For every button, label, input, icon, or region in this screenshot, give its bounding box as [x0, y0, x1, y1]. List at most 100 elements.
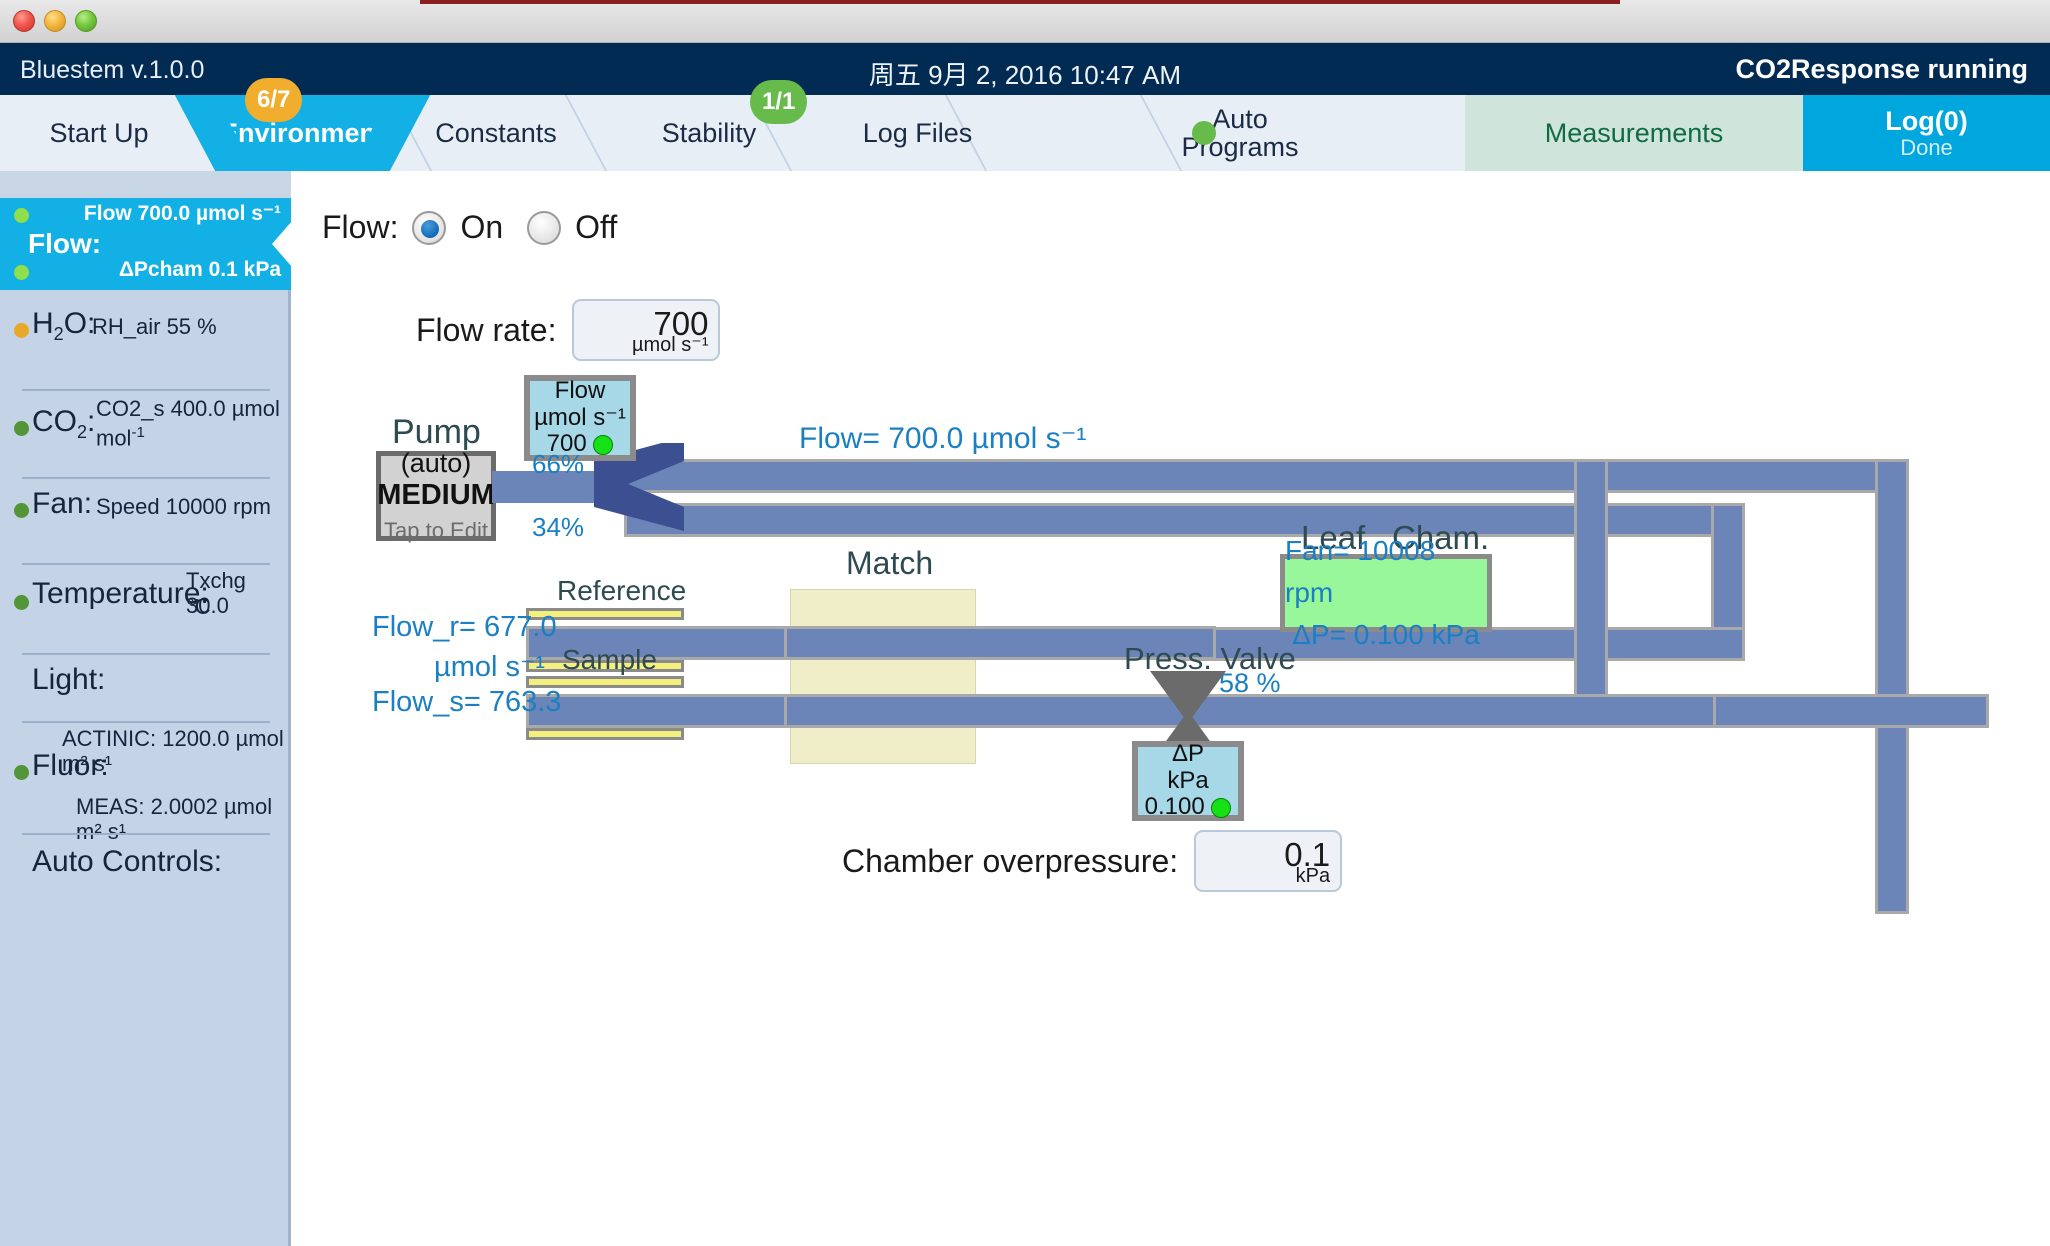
pipe-press-valve-line — [1684, 694, 1989, 728]
dp-meter-inner: ΔP kPa 0.100 — [1138, 740, 1238, 820]
window-titlebar — [0, 0, 2050, 43]
fluor-meas-value: MEAS: 2.0002 µmol m² s¹ — [76, 794, 273, 844]
chamber-overpressure-input[interactable]: 0.1 kPa — [1194, 830, 1343, 892]
sidebar-top-strip — [0, 171, 291, 198]
pump-speed: MEDIUM — [377, 479, 495, 511]
sidebar-item-fan[interactable]: Fan: Speed 10000 rpm — [0, 481, 291, 559]
tab-label: Log Files — [862, 117, 973, 148]
sidebar-item-value: Speed 10000 rpm — [96, 494, 271, 519]
h2o-status-dot-icon — [14, 323, 29, 338]
pump-hint: Tap to Edit — [384, 518, 488, 543]
pipe-right-down — [1875, 459, 1909, 914]
minimize-button[interactable] — [44, 10, 66, 32]
pump-control[interactable]: (auto) MEDIUM Tap to Edit — [376, 448, 496, 543]
sidebar-item-h2o[interactable]: H2O: RH_air 55 % — [0, 301, 291, 375]
flow-status-dot-bottom-icon — [14, 265, 29, 280]
tab-log-sublabel: Done — [1900, 134, 1953, 160]
press-valve-percent: 58 % — [1219, 668, 1281, 698]
sidebar-item-co2[interactable]: CO2: CO2_s 400.0 µmol mol-1 — [0, 395, 291, 481]
sample-label: Sample — [562, 644, 657, 675]
pump-title: Pump — [392, 413, 481, 451]
tab-auto-programs[interactable]: Auto Programs — [1150, 95, 1330, 171]
flow-meter-line1: Flow — [554, 376, 606, 404]
sidebar-item-label: Fluor: — [32, 749, 109, 782]
dp-meter-line2: kPa — [1167, 766, 1209, 794]
chamber-overpressure-label: Chamber overpressure: — [842, 842, 1179, 879]
status-sidebar: Flow 700.0 µmol s⁻¹ Flow: ΔPcham 0.1 kPa… — [0, 171, 292, 1246]
tab-environment[interactable]: Environment — [215, 95, 390, 171]
tab-badge-log-files-dot-icon — [1192, 121, 1216, 145]
reference-label: Reference — [557, 575, 687, 606]
sample-bottom-plate — [526, 728, 684, 740]
flow-r-label: Flow_r= 677.0 — [372, 611, 557, 643]
application-window: Bluestem v.1.0.0 周五 9月 2, 2016 10:47 AM … — [0, 0, 2050, 1246]
split-bottom-percent: 34% — [532, 512, 585, 542]
sidebar-item-label: Temperature: — [32, 577, 209, 610]
sidebar-divider — [22, 389, 270, 391]
sidebar-item-value: RH_air 55 % — [92, 314, 217, 339]
main-content: Flow: On Off Flow rate: 700 µmol s⁻¹ Flo… — [294, 171, 2050, 1246]
dp-meter-line3-wrap: 0.100 — [1144, 793, 1232, 821]
tab-badge-environment: 6/7 — [245, 78, 303, 122]
main-navigation: Start Up Environment 6/7 Constants Stabi… — [0, 78, 2050, 171]
flow-card-line-bottom: ΔPcham 0.1 kPa — [118, 258, 281, 281]
flow-meter-led-icon — [593, 435, 614, 456]
chamber-overpressure-unit: kPa — [1295, 865, 1331, 887]
match-block-top — [790, 589, 976, 627]
dp-meter-display: ΔP kPa 0.100 — [1132, 740, 1244, 821]
close-button[interactable] — [13, 10, 35, 32]
flow-schematic-diagram: Flow= 700.0 µmol s⁻¹ Pump (auto) MEDIUM … — [294, 171, 2050, 1246]
dp-meter-line1: ΔP — [1171, 739, 1205, 767]
match-label: Match — [846, 545, 934, 581]
chamber-fan-value: Fan= 10008 rpm — [1285, 535, 1436, 608]
pipe-sample-over-match — [784, 694, 1716, 728]
pipe-leaf-cham-column — [1574, 459, 1608, 709]
sidebar-item-label: Auto Controls: — [32, 845, 223, 878]
tab-label: Stability — [661, 117, 757, 148]
titlebar-accent-line — [420, 0, 1620, 4]
tab-measurements[interactable]: Measurements — [1465, 95, 1803, 171]
sidebar-item-temperature[interactable]: Temperature: Txchg 30.0 °C — [0, 567, 291, 651]
tab-log-files[interactable]: Log Files — [830, 95, 1005, 171]
sidebar-divider — [22, 653, 270, 655]
sidebar-item-label: H2O: — [32, 307, 96, 344]
dp-meter-led-icon — [1211, 798, 1232, 819]
app-header: Bluestem v.1.0.0 周五 9月 2, 2016 10:47 AM … — [0, 43, 2050, 95]
leaf-chamber-readout: Fan= 10008 rpm ΔP= 0.100 kPa — [1280, 535, 1492, 650]
header-status: CO2Response running — [1735, 54, 2028, 84]
tab-label: Measurements — [1544, 117, 1724, 148]
sidebar-item-flow[interactable]: Flow 700.0 µmol s⁻¹ Flow: ΔPcham 0.1 kPa — [0, 198, 292, 290]
sidebar-divider — [22, 477, 270, 479]
flow-status-dot-top-icon — [14, 208, 29, 223]
sidebar-item-value-line1: CO2_s 400.0 µmol — [96, 396, 280, 421]
tab-label: Log(0) — [1885, 105, 1968, 136]
dp-meter-line3: 0.100 — [1144, 793, 1205, 821]
sidebar-item-value-line2: mol-1 — [96, 424, 145, 451]
flow-card-line-top: Flow 700.0 µmol s⁻¹ — [83, 202, 281, 225]
flow-meter-line2: µmol s⁻¹ — [534, 403, 626, 431]
sidebar-divider — [22, 563, 270, 565]
chamber-dp-value: ΔP= 0.100 kPa — [1292, 619, 1480, 650]
sidebar-item-fluor[interactable]: ACTINIC: 1200.0 µmol m² s¹ Fluor: MEAS: … — [0, 723, 291, 844]
flow-unit-label: µmol s⁻¹ — [434, 651, 545, 683]
flow-meter-inner: Flow µmol s⁻¹ 700 — [530, 376, 630, 457]
tab-log[interactable]: Log(0) Done — [1803, 95, 2050, 171]
sidebar-item-light[interactable]: Light: — [0, 659, 291, 719]
tab-badge-stability: 1/1 — [750, 80, 808, 124]
tab-label: Start Up — [49, 117, 149, 148]
tab-label: Environment — [219, 117, 386, 148]
flow-card-title: Flow: — [28, 228, 102, 259]
tab-label-line1: Auto — [1212, 103, 1268, 134]
sidebar-item-auto-controls[interactable]: Auto Controls: — [0, 839, 291, 899]
split-top-percent: 66% — [532, 449, 585, 479]
window-controls — [13, 10, 97, 32]
chamber-overpressure-row: Chamber overpressure: 0.1 kPa — [842, 830, 1343, 892]
sidebar-divider — [22, 833, 270, 835]
tab-start-up[interactable]: Start Up — [0, 95, 198, 171]
co2-status-dot-icon — [14, 421, 29, 436]
tab-constants[interactable]: Constants — [400, 95, 592, 171]
sidebar-item-label: Light: — [32, 663, 106, 696]
zoom-button[interactable] — [75, 10, 97, 32]
sidebar-item-label: CO2: — [32, 405, 96, 442]
pump-mode: (auto) — [400, 448, 472, 478]
